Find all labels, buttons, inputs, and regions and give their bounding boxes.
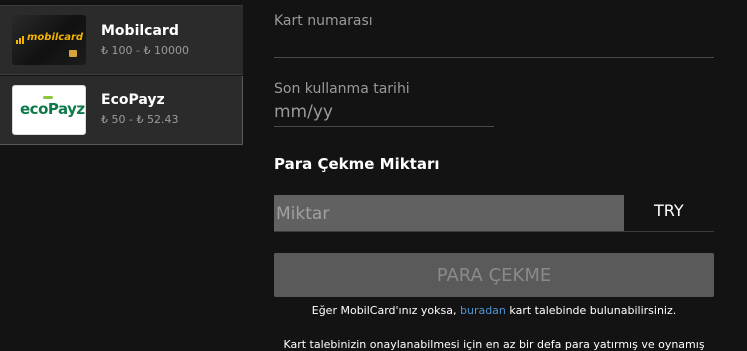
- card-chip-icon: [69, 50, 77, 57]
- expiry-field[interactable]: [274, 100, 493, 124]
- amount-section-title: Para Çekme Miktarı: [274, 155, 440, 173]
- amount-input[interactable]: [274, 195, 624, 232]
- note-text: kart talebinde bulunabilirsiniz.: [505, 304, 677, 317]
- request-card-link[interactable]: buradan: [460, 304, 506, 317]
- approval-note: Kart talebinizin onaylanabilmesi için en…: [283, 338, 705, 351]
- amount-underline: [274, 231, 714, 232]
- mobilcard-logo: mobilcard: [12, 15, 86, 65]
- method-range: ₺ 100 - ₺ 10000: [101, 44, 189, 57]
- method-name: EcoPayz: [101, 92, 165, 108]
- method-range: ₺ 50 - ₺ 52.43: [101, 113, 179, 126]
- currency-label: TRY: [654, 201, 684, 220]
- ecopayz-logo-text: ecoPayz: [20, 100, 85, 118]
- method-name: Mobilcard: [101, 23, 179, 39]
- ecopayz-logo: ecoPayz: [12, 85, 86, 135]
- signal-bars-icon: [16, 36, 24, 44]
- expiry-underline: [274, 126, 494, 127]
- withdraw-button[interactable]: PARA ÇEKME: [274, 253, 714, 297]
- payment-method-mobilcard[interactable]: mobilcard Mobilcard ₺ 100 - ₺ 10000: [0, 6, 243, 75]
- card-number-label: Kart numarası: [274, 13, 373, 29]
- payment-method-list: mobilcard Mobilcard ₺ 100 - ₺ 10000 ecoP…: [0, 0, 243, 145]
- expiry-label: Son kullanma tarihi: [274, 81, 410, 97]
- card-number-field[interactable]: [274, 57, 714, 58]
- mobilcard-request-note: Eğer MobilCard'ınız yoksa, buradan kart …: [274, 304, 714, 317]
- note-text: Eğer MobilCard'ınız yoksa,: [311, 304, 460, 317]
- logo-accent: [43, 96, 53, 99]
- payment-method-ecopayz[interactable]: ecoPayz EcoPayz ₺ 50 - ₺ 52.43: [0, 76, 243, 145]
- mobilcard-logo-text: mobilcard: [27, 32, 84, 43]
